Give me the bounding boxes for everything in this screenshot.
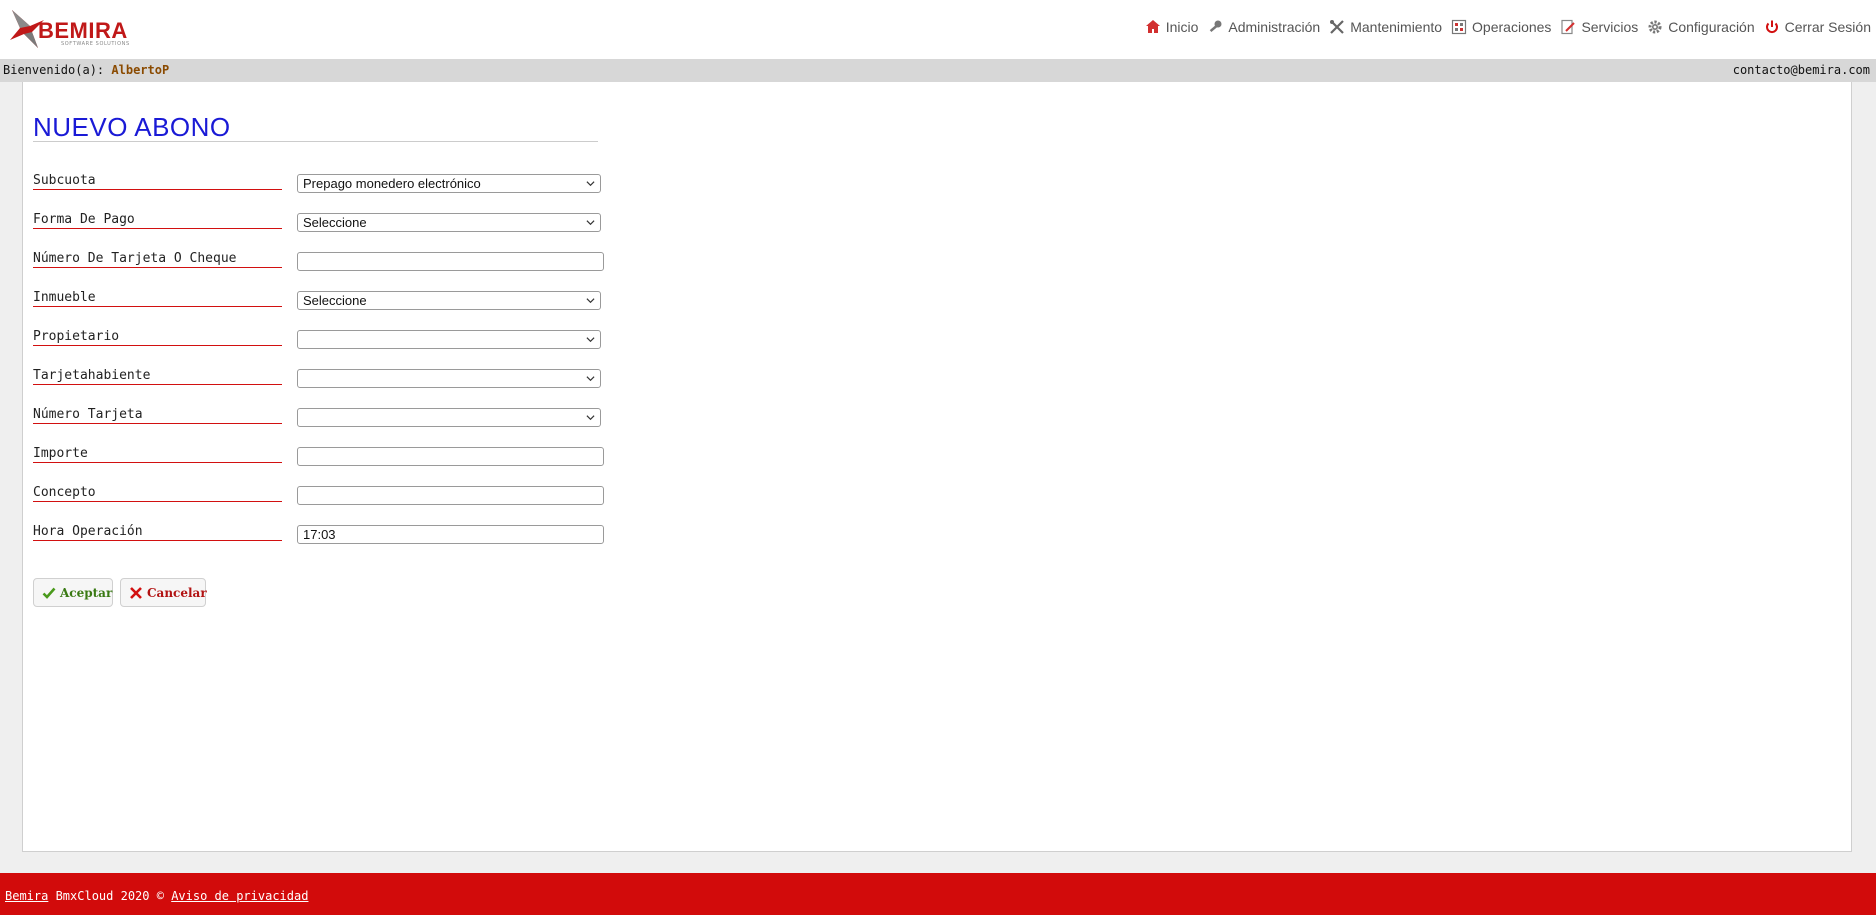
nav-label: Administración (1228, 19, 1321, 35)
title-divider (33, 141, 598, 142)
propietario-select[interactable] (297, 330, 601, 349)
form-row-forma-de-pago: Forma De Pago Seleccione (33, 213, 613, 237)
hora-operacion-input[interactable]: 17:03 (297, 525, 604, 544)
field-label: Concepto (33, 486, 282, 502)
cancel-label: Cancelar (147, 585, 207, 600)
field-label: Hora Operación (33, 525, 282, 541)
privacy-link[interactable]: Aviso de privacidad (171, 889, 308, 903)
form-row-hora-operacion: Hora Operación 17:03 (33, 525, 613, 549)
inmueble-select[interactable]: Seleccione (297, 291, 601, 310)
concepto-input[interactable] (297, 486, 604, 505)
nav-label: Operaciones (1472, 19, 1552, 35)
nav-inicio[interactable]: Inicio (1144, 18, 1199, 36)
page-title: NUEVO ABONO (33, 112, 231, 142)
footer: Bemira BmxCloud 2020 © Aviso de privacid… (0, 873, 1876, 915)
power-icon (1763, 18, 1781, 36)
nav-label: Mantenimiento (1350, 19, 1443, 35)
nav-label: Cerrar Sesión (1784, 19, 1871, 35)
welcome-greeting: Bienvenido(a): (3, 63, 105, 77)
content-area: NUEVO ABONO Subcuota Prepago monedero el… (0, 82, 1876, 873)
accept-label: Aceptar (60, 585, 113, 600)
bemira-logo[interactable]: BEMIRA software solutions (8, 8, 138, 50)
footer-bemira-link[interactable]: Bemira (5, 889, 48, 903)
field-label: Número De Tarjeta O Cheque (33, 252, 282, 268)
checkmark-icon (42, 586, 56, 600)
nav-mantenimiento[interactable]: Mantenimiento (1328, 18, 1442, 36)
close-icon (129, 586, 143, 600)
footer-text: Bemira BmxCloud 2020 © Aviso de privacid… (5, 889, 308, 903)
field-label: Inmueble (33, 291, 282, 307)
select-value: Seleccione (303, 293, 367, 308)
chevron-down-icon (586, 220, 595, 226)
nav-configuracion[interactable]: Configuración (1646, 18, 1755, 36)
importe-input[interactable] (297, 447, 604, 466)
tools-icon (1328, 18, 1346, 36)
chevron-down-icon (586, 415, 595, 421)
numero-tarjeta-select[interactable] (297, 408, 601, 427)
gear-icon (1646, 18, 1664, 36)
form-panel: NUEVO ABONO Subcuota Prepago monedero el… (22, 82, 1852, 852)
nav-servicios[interactable]: Servicios (1559, 18, 1638, 36)
cancel-button[interactable]: Cancelar (120, 578, 207, 607)
nav-label: Configuración (1668, 19, 1755, 35)
calculator-icon (1450, 18, 1468, 36)
contact-email: contacto@bemira.com (1732, 63, 1870, 77)
forma-de-pago-select[interactable]: Seleccione (297, 213, 601, 232)
nav-operaciones[interactable]: Operaciones (1450, 18, 1551, 36)
chevron-down-icon (586, 376, 595, 382)
chevron-down-icon (586, 181, 595, 187)
welcome-text: Bienvenido(a): AlbertoP (3, 63, 169, 77)
form-row-numero-tarjeta-cheque: Número De Tarjeta O Cheque (33, 252, 613, 276)
subcuota-select[interactable]: Prepago monedero electrónico (297, 174, 601, 193)
accept-button[interactable]: Aceptar (33, 578, 113, 607)
field-label: Forma De Pago (33, 213, 282, 229)
field-label: Número Tarjeta (33, 408, 282, 424)
select-value: Seleccione (303, 215, 367, 230)
form-row-concepto: Concepto (33, 486, 613, 510)
chevron-down-icon (586, 337, 595, 343)
form-row-tarjetahabiente: Tarjetahabiente (33, 369, 613, 393)
nav-cerrar-sesion[interactable]: Cerrar Sesión (1763, 18, 1871, 36)
nav-label: Servicios (1581, 19, 1639, 35)
form-row-subcuota: Subcuota Prepago monedero electrónico (33, 174, 613, 198)
form-row-inmueble: Inmueble Seleccione (33, 291, 613, 315)
field-label: Subcuota (33, 174, 282, 190)
field-label: Importe (33, 447, 282, 463)
main-nav: Inicio Administración Mantenimiento Oper… (1136, 14, 1871, 40)
key-icon (1206, 18, 1224, 36)
field-label: Propietario (33, 330, 282, 346)
welcome-user: AlbertoP (111, 63, 170, 77)
numero-tarjeta-cheque-input[interactable] (297, 252, 604, 271)
footer-copyright: BmxCloud 2020 © (48, 889, 172, 903)
form-row-numero-tarjeta: Número Tarjeta (33, 408, 613, 432)
form-row-propietario: Propietario (33, 330, 613, 354)
tarjetahabiente-select[interactable] (297, 369, 601, 388)
form-row-importe: Importe (33, 447, 613, 471)
header: BEMIRA software solutions Inicio Adminis… (0, 0, 1876, 59)
chevron-down-icon (586, 298, 595, 304)
document-pencil-icon (1559, 18, 1577, 36)
home-icon (1144, 18, 1162, 36)
logo-tagline: software solutions (61, 41, 130, 47)
welcome-bar: Bienvenido(a): AlbertoP contacto@bemira.… (0, 59, 1876, 82)
nav-administracion[interactable]: Administración (1206, 18, 1320, 36)
field-label: Tarjetahabiente (33, 369, 282, 385)
nav-label: Inicio (1165, 19, 1199, 35)
select-value: Prepago monedero electrónico (303, 176, 481, 191)
